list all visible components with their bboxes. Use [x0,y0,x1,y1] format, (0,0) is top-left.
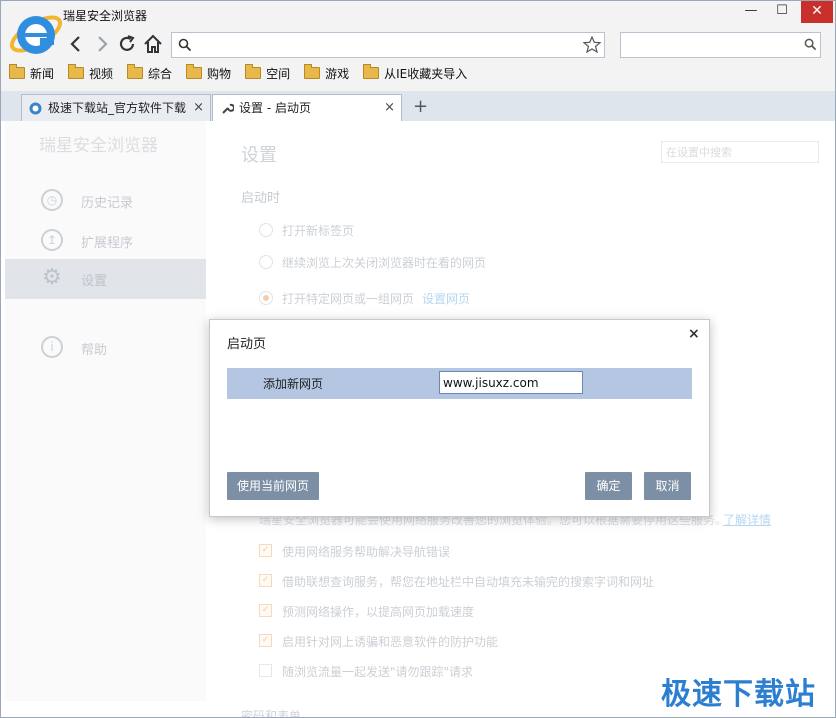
dialog-close-button[interactable]: × [688,326,700,342]
tab-settings-startup[interactable]: 设置 - 启动页 × [212,94,402,123]
back-arrow-icon[interactable] [65,33,87,55]
folder-icon [9,64,25,79]
window-title: 瑞星安全浏览器 [63,9,148,23]
folder-icon [68,64,85,79]
title-bar: 瑞星安全浏览器 — ☐ ✕ [1,1,835,54]
search-icon[interactable] [804,38,817,51]
wrench-icon [222,103,234,114]
bookmark-general[interactable]: 综合 [127,63,172,83]
bookmark-news[interactable]: 新闻 [9,63,54,83]
browser-window: 瑞星安全浏览器 — ☐ ✕ 新闻 视频 综合 购物 空间 游戏 从IE收藏夹导入… [0,0,836,718]
startup-pages-dialog: 启动页 × 添加新网页 使用当前网页 确定 取消 [209,319,710,517]
search-box[interactable] [620,32,821,58]
folder-icon [127,64,144,79]
watermark-logo: 极速下载站 [661,677,816,712]
new-tab-button[interactable]: + [413,96,428,117]
home-icon[interactable] [142,33,164,55]
forward-arrow-icon[interactable] [91,33,113,55]
folder-icon [186,64,203,79]
tab-close-button[interactable]: × [193,95,204,121]
tab-close-button[interactable]: × [384,95,395,121]
cancel-button[interactable]: 取消 [644,472,691,500]
tab-label: 极速下载站_官方软件下载 [48,101,186,115]
bookmark-shopping[interactable]: 购物 [186,63,231,83]
tab-jisuxz[interactable]: 极速下载站_官方软件下载 × [21,94,211,122]
refresh-icon[interactable] [116,33,138,55]
bookmark-import-ie[interactable]: 从IE收藏夹导入 [363,63,467,83]
add-page-label: 添加新网页 [263,377,324,391]
bookmark-video[interactable]: 视频 [68,63,113,83]
maximize-button[interactable]: ☐ [767,1,797,23]
close-window-button[interactable]: ✕ [801,1,833,23]
folder-icon [245,64,262,79]
folder-icon [304,64,321,79]
bookmark-games[interactable]: 游戏 [304,63,349,83]
browser-logo-icon [9,15,63,54]
bookmark-space[interactable]: 空间 [245,63,290,83]
minimize-button[interactable]: — [737,1,765,23]
ok-button[interactable]: 确定 [585,472,632,500]
add-page-row: 添加新网页 [227,368,692,399]
folder-icon [363,64,380,79]
use-current-page-button[interactable]: 使用当前网页 [227,472,319,500]
site-favicon-icon [29,102,42,115]
url-input[interactable] [439,371,583,394]
bookmarks-bar: 新闻 视频 综合 购物 空间 游戏 从IE收藏夹导入 [9,63,481,83]
star-bookmark-icon[interactable] [583,36,601,53]
search-icon [178,38,192,52]
tab-label: 设置 - 启动页 [239,101,311,115]
dialog-title: 启动页 [227,337,267,352]
address-bar[interactable] [171,32,605,58]
